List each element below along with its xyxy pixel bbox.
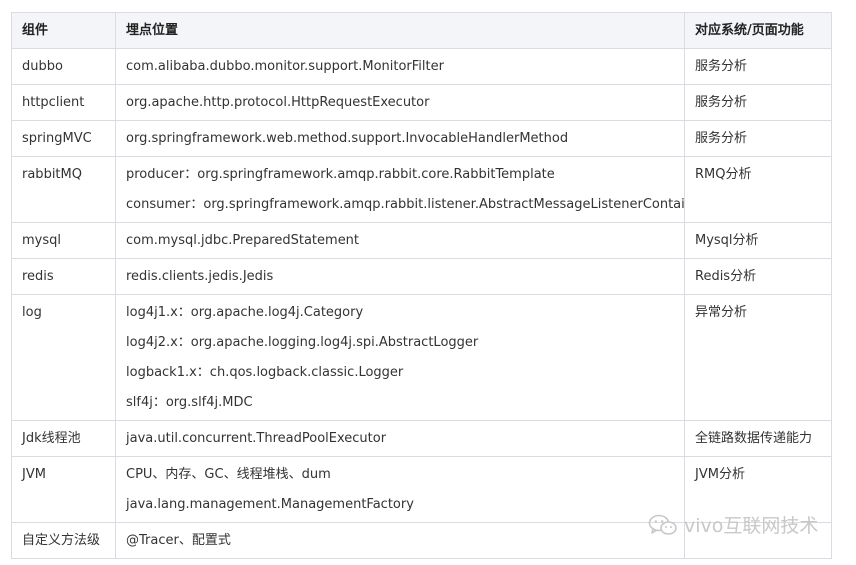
position-cell: log4j1.x：org.apache.log4j.Category log4j… [115, 294, 685, 421]
wechat-icon [648, 514, 677, 535]
component-cell: JVM [11, 456, 116, 523]
table-row: mysql com.mysql.jdbc.PreparedStatement M… [11, 222, 832, 259]
table-row: redis redis.clients.jedis.Jedis Redis分析 [11, 258, 832, 295]
watermark: vivo互联网技术 [648, 511, 818, 538]
position-cell: org.apache.http.protocol.HttpRequestExec… [115, 84, 685, 121]
component-cell: rabbitMQ [11, 156, 116, 223]
feature-cell: 服务分析 [684, 84, 832, 121]
table-row: Jdk线程池 java.util.concurrent.ThreadPoolEx… [11, 420, 832, 457]
table-row: log log4j1.x：org.apache.log4j.Category l… [11, 294, 832, 421]
feature-cell: 服务分析 [684, 120, 832, 157]
position-cell: redis.clients.jedis.Jedis [115, 258, 685, 295]
position-cell: com.alibaba.dubbo.monitor.support.Monito… [115, 48, 685, 85]
header-feature: 对应系统/页面功能 [684, 12, 832, 49]
component-cell: dubbo [11, 48, 116, 85]
position-cell: com.mysql.jdbc.PreparedStatement [115, 222, 685, 259]
component-cell: mysql [11, 222, 116, 259]
feature-cell: 服务分析 [684, 48, 832, 85]
position-cell: producer：org.springframework.amqp.rabbit… [115, 156, 685, 223]
component-cell: springMVC [11, 120, 116, 157]
feature-cell: Redis分析 [684, 258, 832, 295]
watermark-text: vivo互联网技术 [684, 515, 819, 537]
position-cell: @Tracer、配置式 [115, 522, 685, 559]
position-cell: org.springframework.web.method.support.I… [115, 120, 685, 157]
component-cell: redis [11, 258, 116, 295]
table-row: dubbo com.alibaba.dubbo.monitor.support.… [11, 48, 832, 85]
table-row: rabbitMQ producer：org.springframework.am… [11, 156, 832, 223]
component-cell: httpclient [11, 84, 116, 121]
table-row: httpclient org.apache.http.protocol.Http… [11, 84, 832, 121]
instrumentation-table: 组件 埋点位置 对应系统/页面功能 dubbo com.alibaba.dubb… [11, 12, 832, 559]
component-cell: log [11, 294, 116, 421]
header-position: 埋点位置 [115, 12, 685, 49]
feature-cell: 异常分析 [684, 294, 832, 421]
feature-cell: RMQ分析 [684, 156, 832, 223]
component-cell: Jdk线程池 [11, 420, 116, 457]
position-cell: CPU、内存、GC、线程堆栈、dum java.lang.management.… [115, 456, 685, 523]
position-cell: java.util.concurrent.ThreadPoolExecutor [115, 420, 685, 457]
table-header-row: 组件 埋点位置 对应系统/页面功能 [11, 12, 832, 49]
component-cell: 自定义方法级 [11, 522, 116, 559]
header-component: 组件 [11, 12, 116, 49]
feature-cell: Mysql分析 [684, 222, 832, 259]
feature-cell: 全链路数据传递能力 [684, 420, 832, 457]
table-row: springMVC org.springframework.web.method… [11, 120, 832, 157]
